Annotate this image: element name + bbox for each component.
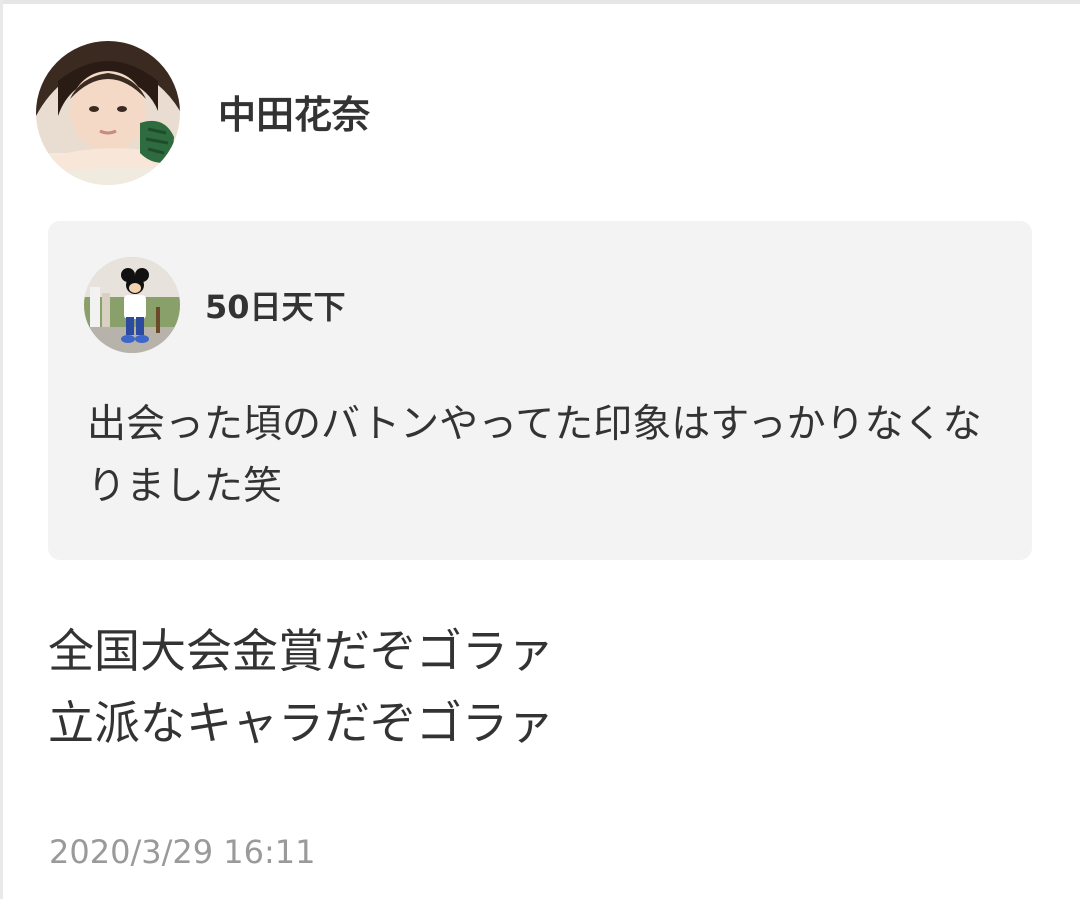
- mascot-avatar-photo-icon: [84, 257, 180, 353]
- user-avatar-photo-icon: [36, 41, 180, 185]
- post-body: 全国大会金賞だぞゴラァ 立派なキャラだぞゴラァ: [48, 615, 1028, 759]
- post-body-line: 立派なキャラだぞゴラァ: [48, 696, 554, 750]
- comment-post: 中田花奈 50日天下 出会った頃のバトンやってた印象はすっかりなくなりました笑 …: [0, 0, 1080, 899]
- quoted-post-text: 出会った頃のバトンやってた印象はすっかりなくなりました笑: [87, 402, 982, 509]
- quoted-author-avatar[interactable]: [84, 257, 180, 353]
- author-avatar[interactable]: [36, 41, 180, 185]
- post-timestamp: 2020/3/29 16:11: [49, 833, 316, 871]
- post-body-line: 全国大会金賞だぞゴラァ: [48, 624, 554, 678]
- quoted-author-name[interactable]: 50日天下: [205, 285, 346, 329]
- quoted-post-card[interactable]: 50日天下 出会った頃のバトンやってた印象はすっかりなくなりました笑: [48, 221, 1032, 560]
- author-name[interactable]: 中田花奈: [218, 90, 370, 140]
